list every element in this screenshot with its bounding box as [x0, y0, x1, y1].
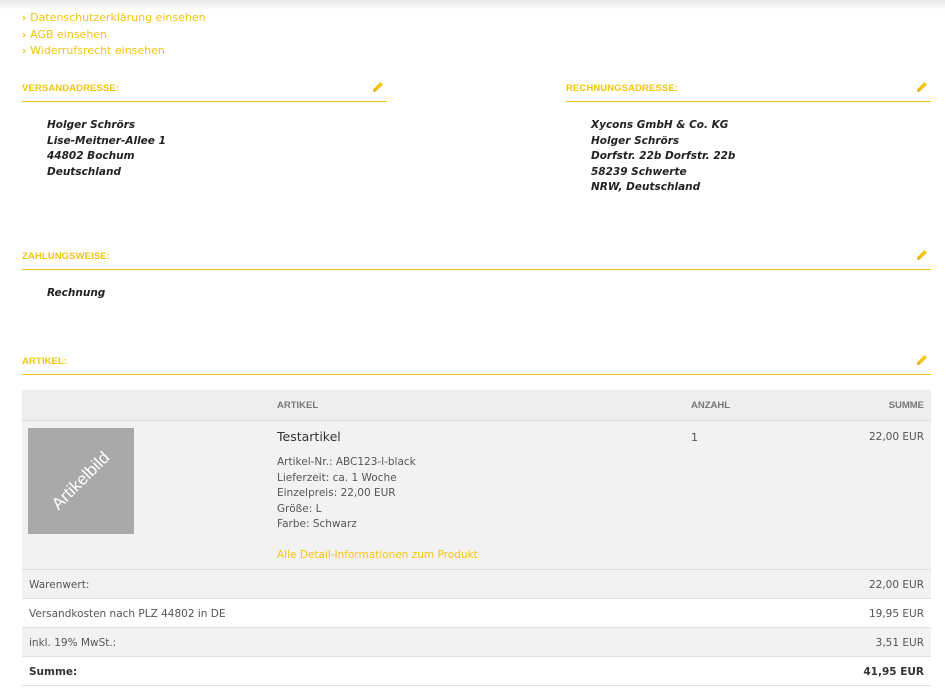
shipping-title: VERSANDADRESSE: — [22, 83, 120, 94]
product-image[interactable]: Artikelbild — [28, 428, 134, 534]
total-row: Summe: 41,95 EUR — [22, 657, 931, 686]
header-sum: SUMME — [888, 400, 924, 411]
subtotal-row: Warenwert: 22,00 EUR — [22, 570, 931, 599]
header-article: ARTIKEL — [277, 400, 319, 411]
shipping-header: VERSANDADRESSE: — [22, 78, 387, 102]
table-header: ARTIKEL ANZAHL SUMME — [22, 390, 931, 421]
pencil-icon[interactable] — [371, 80, 385, 94]
chevron-right-icon: › — [22, 46, 27, 57]
product-details: Artikel-Nr.: ABC123-l-black Lieferzeit: … — [277, 456, 416, 530]
top-shadow — [0, 0, 945, 10]
table-row: Artikelbild Testartikel Artikel-Nr.: ABC… — [22, 421, 931, 570]
product-detail-link[interactable]: Alle Detail-Informationen zum Produkt — [277, 549, 478, 561]
vat-row: inkl. 19% MwSt.: 3,51 EUR — [22, 628, 931, 657]
cart-table: ARTIKEL ANZAHL SUMME Artikelbild Testart… — [22, 390, 931, 686]
chevron-right-icon: › — [22, 29, 27, 41]
billing-header: RECHNUNGSADRESSE: — [566, 78, 931, 102]
product-sum: 22,00 EUR — [868, 431, 924, 443]
payment-header: ZAHLUNGSWEISE: — [22, 246, 931, 270]
product-quantity: 1 — [691, 431, 698, 444]
shipping-cost-row: Versandkosten nach PLZ 44802 in DE 19,95… — [22, 599, 931, 628]
payment-title: ZAHLUNGSWEISE: — [22, 251, 110, 262]
header-quantity: ANZAHL — [691, 400, 731, 411]
pencil-icon[interactable] — [915, 353, 929, 367]
billing-title: RECHNUNGSADRESSE: — [566, 83, 679, 94]
billing-address: Xycons GmbH & Co. KG Holger Schrörs Dorf… — [591, 119, 736, 193]
legal-links: › Datenschutzerklärung einsehen › AGB eins… — [22, 10, 206, 60]
terms-link[interactable]: › AGB einsehen — [22, 27, 206, 44]
shipping-address: Holger Schrörs Lise-Meitner-Allee 1 4480… — [47, 119, 166, 178]
product-name[interactable]: Testartikel — [277, 429, 341, 444]
privacy-link[interactable]: › Datenschutzerklärung einsehen — [22, 10, 206, 27]
withdrawal-link[interactable]: › Widerrufsrecht einsehen — [22, 43, 206, 60]
payment-method: Rechnung — [47, 287, 106, 299]
articles-header: ARTIKEL: — [22, 351, 931, 375]
articles-title: ARTIKEL: — [22, 356, 68, 367]
pencil-icon[interactable] — [915, 248, 929, 262]
chevron-right-icon: › — [22, 13, 27, 24]
pencil-icon[interactable] — [915, 80, 929, 94]
